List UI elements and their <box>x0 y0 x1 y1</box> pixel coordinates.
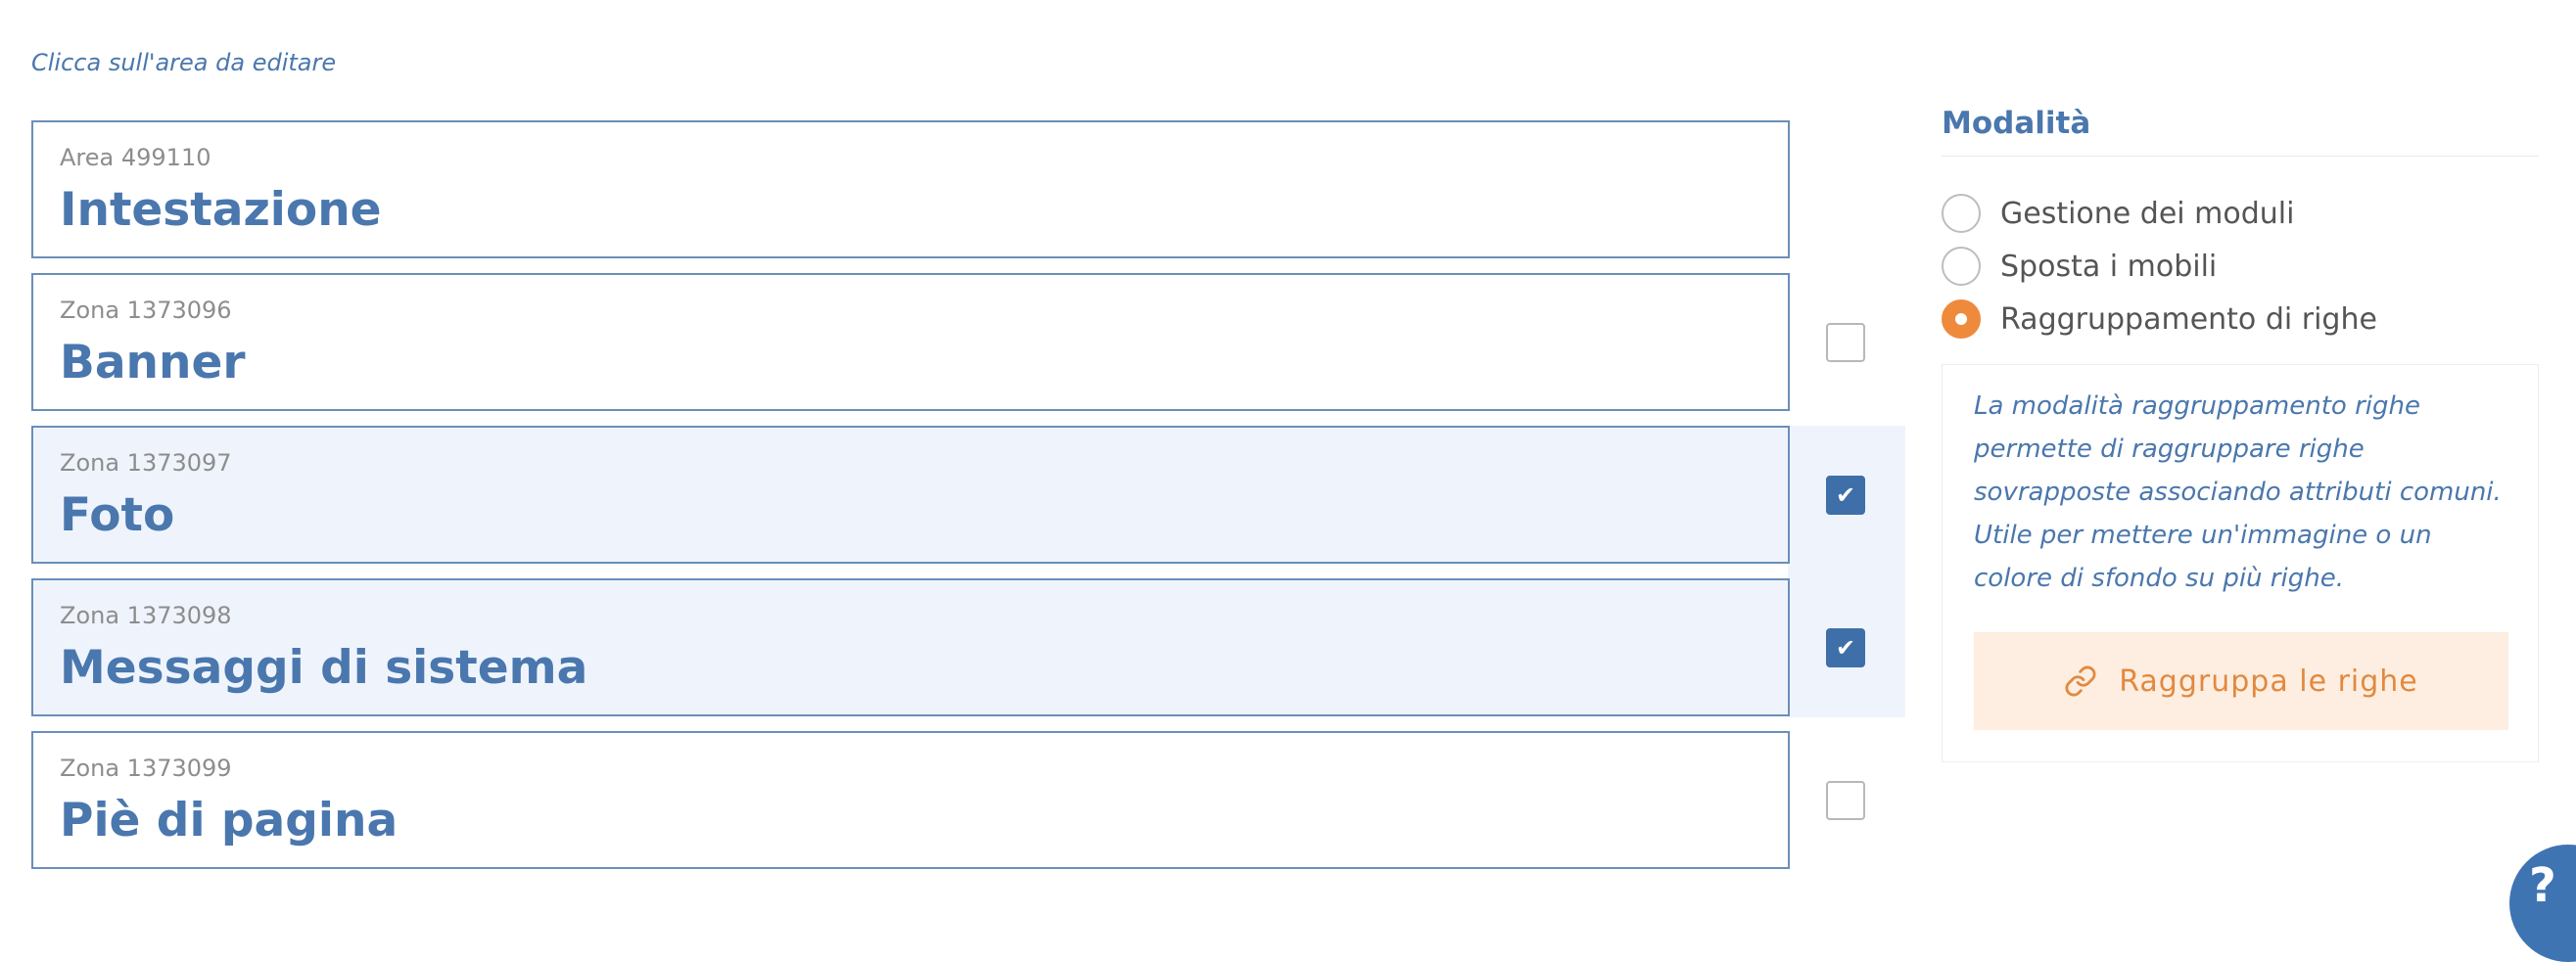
row-id-label: Zona 1373097 <box>60 449 232 477</box>
row-title: Banner <box>60 336 246 389</box>
help-icon: ? <box>2529 858 2556 913</box>
group-rows-button-label: Raggruppa le righe <box>2119 664 2418 699</box>
zone-row-banner[interactable]: Zona 1373096 Banner <box>31 273 1790 411</box>
row-id-label: Area 499110 <box>60 144 211 171</box>
check-icon: ✔ <box>1835 481 1856 509</box>
radio-label: Gestione dei moduli <box>2000 196 2295 231</box>
help-button[interactable]: ? <box>2509 845 2576 962</box>
row-id-label: Zona 1373099 <box>60 755 232 782</box>
area-row-intestazione[interactable]: Area 499110 Intestazione <box>31 120 1790 258</box>
row-title: Messaggi di sistema <box>60 641 588 695</box>
zone-row-messaggi-di-sistema[interactable]: Zona 1373098 Messaggi di sistema <box>31 578 1790 716</box>
row-checkbox-pie-di-pagina[interactable] <box>1826 781 1865 820</box>
group-rows-button[interactable]: Raggruppa le righe <box>1974 632 2508 730</box>
divider <box>1942 156 2539 157</box>
check-icon: ✔ <box>1835 634 1856 662</box>
radio-circle[interactable] <box>1942 194 1981 233</box>
row-checkbox-messaggi-di-sistema[interactable]: ✔ <box>1826 628 1865 667</box>
mode-info-panel: La modalità raggruppamento righe permett… <box>1942 364 2539 762</box>
link-icon <box>2064 664 2097 698</box>
radio-circle[interactable] <box>1942 247 1981 286</box>
row-title: Foto <box>60 488 175 542</box>
radio-circle[interactable] <box>1942 299 1981 339</box>
mode-radio-gestione-moduli[interactable]: Gestione dei moduli <box>1942 194 2294 233</box>
zone-row-foto[interactable]: Zona 1373097 Foto <box>31 426 1790 564</box>
mode-radio-raggruppamento-righe[interactable]: Raggruppamento di righe <box>1942 299 2377 339</box>
row-checkbox-banner[interactable] <box>1826 323 1865 362</box>
row-title: Intestazione <box>60 183 382 237</box>
mode-description: La modalità raggruppamento righe permett… <box>1974 391 2502 593</box>
radio-label: Raggruppamento di righe <box>2000 301 2377 337</box>
row-id-label: Zona 1373096 <box>60 297 232 324</box>
zone-row-pie-di-pagina[interactable]: Zona 1373099 Piè di pagina <box>31 731 1790 869</box>
radio-label: Sposta i mobili <box>2000 249 2218 284</box>
row-id-label: Zona 1373098 <box>60 602 232 629</box>
row-checkbox-foto[interactable]: ✔ <box>1826 476 1865 515</box>
instruction-text: Clicca sull'area da editare <box>31 49 337 76</box>
selection-band <box>1788 426 1905 717</box>
mode-section-title: Modalità <box>1942 106 2091 141</box>
mode-radio-sposta-mobili[interactable]: Sposta i mobili <box>1942 247 2217 286</box>
row-title: Piè di pagina <box>60 794 398 847</box>
